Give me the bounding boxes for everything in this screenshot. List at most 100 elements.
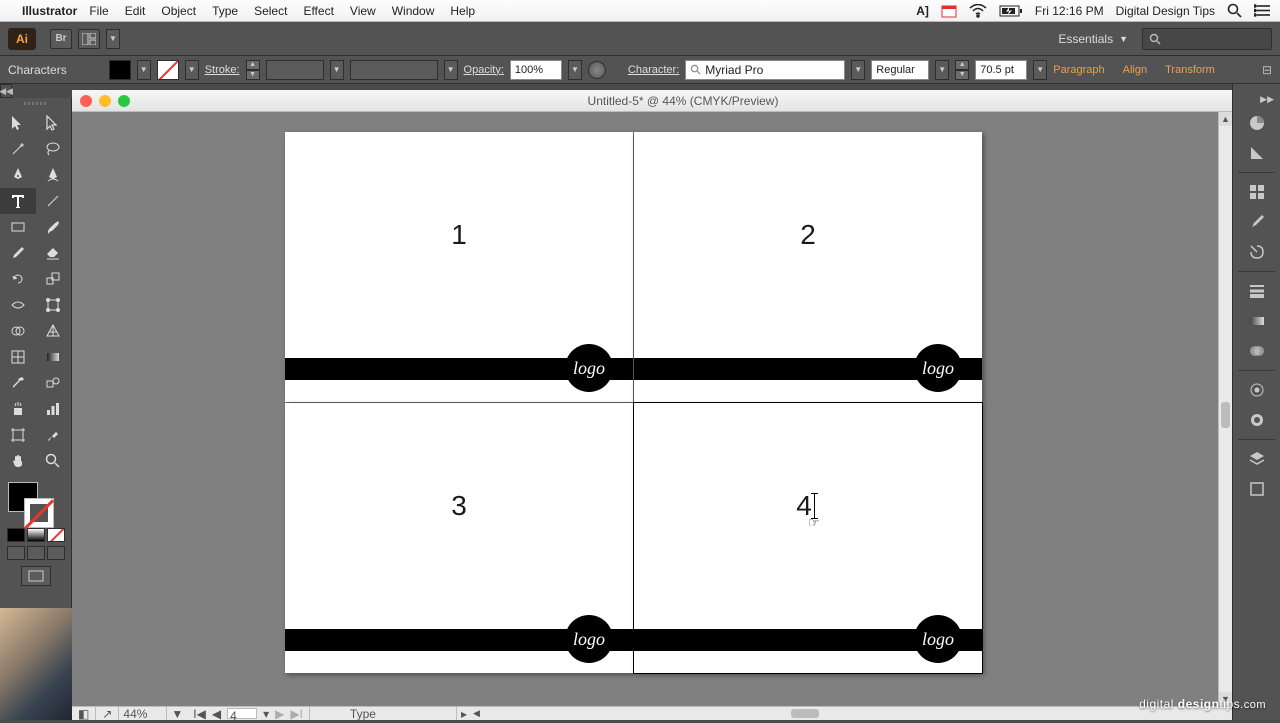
zoom-window-button[interactable] — [118, 95, 130, 107]
pencil-tool[interactable] — [0, 240, 36, 266]
hand-tool[interactable] — [0, 448, 36, 474]
wifi-icon[interactable] — [969, 4, 987, 18]
last-artboard-button[interactable]: ▶I — [288, 707, 305, 721]
fill-stroke-control[interactable] — [6, 480, 66, 526]
scale-tool[interactable] — [36, 266, 72, 292]
panel-menu-icon[interactable]: ⊟ — [1262, 63, 1272, 77]
menu-window[interactable]: Window — [392, 4, 435, 18]
eraser-tool[interactable] — [36, 240, 72, 266]
opacity-label[interactable]: Opacity: — [464, 64, 504, 76]
status-mode[interactable]: Type — [310, 707, 457, 720]
magic-wand-tool[interactable] — [0, 136, 36, 162]
artboard-4[interactable]: 4 ☞ logo — [634, 403, 982, 673]
horizontal-scrollbar[interactable]: ◀ — [471, 707, 1232, 720]
close-window-button[interactable] — [80, 95, 92, 107]
hscroll-thumb[interactable] — [791, 709, 819, 718]
draw-inside-button[interactable] — [47, 546, 65, 560]
fill-dropdown[interactable]: ▼ — [137, 60, 151, 80]
align-link[interactable]: Align — [1123, 64, 1147, 76]
draw-behind-button[interactable] — [27, 546, 45, 560]
zoom-tool[interactable] — [36, 448, 72, 474]
zoom-level[interactable]: 44% — [119, 707, 167, 720]
menu-file[interactable]: File — [89, 4, 108, 18]
stroke-weight-dropdown[interactable]: ▼ — [330, 60, 344, 80]
direct-selection-tool[interactable] — [36, 110, 72, 136]
menu-help[interactable]: Help — [450, 4, 475, 18]
expand-panels-icon[interactable]: ▶▶ — [1233, 90, 1280, 108]
color-mode-button[interactable] — [7, 528, 25, 542]
workspace-switcher[interactable]: Essentials▼ — [1058, 32, 1128, 46]
slice-tool[interactable] — [36, 422, 72, 448]
font-style-field[interactable]: Regular — [871, 60, 929, 80]
curvature-tool[interactable] — [36, 162, 72, 188]
artboard-2[interactable]: 2logo — [634, 132, 982, 402]
none-mode-button[interactable] — [47, 528, 65, 542]
font-size-field[interactable]: 70.5 pt — [975, 60, 1027, 80]
font-size-stepper[interactable]: ▲▼ — [955, 60, 969, 80]
spotlight-icon[interactable] — [1227, 3, 1242, 18]
normal-draw-button[interactable] — [7, 546, 25, 560]
shape-builder-tool[interactable] — [0, 318, 36, 344]
font-family-field[interactable]: Myriad Pro — [685, 60, 845, 80]
stroke-swatch[interactable] — [157, 60, 179, 80]
menu-type[interactable]: Type — [212, 4, 238, 18]
fill-swatch[interactable] — [109, 60, 131, 80]
layers-panel-icon[interactable] — [1240, 444, 1274, 474]
clock[interactable]: Fri 12:16 PM — [1035, 4, 1104, 18]
menu-select[interactable]: Select — [254, 4, 287, 18]
opacity-field[interactable]: 100% — [510, 60, 562, 80]
eyedropper-tool[interactable] — [0, 370, 36, 396]
panel-grip-icon[interactable] — [0, 102, 71, 110]
battery-icon[interactable] — [999, 5, 1023, 17]
mesh-tool[interactable] — [0, 344, 36, 370]
font-size-dropdown[interactable]: ▼ — [1033, 60, 1047, 80]
status-icon-1[interactable]: ◧ — [72, 707, 96, 720]
artboard-number-field[interactable]: 4 — [227, 708, 257, 719]
arrange-docs-button[interactable] — [78, 29, 100, 49]
stroke-label[interactable]: Stroke: — [205, 64, 240, 76]
scroll-up-icon[interactable]: ▲ — [1219, 112, 1232, 126]
vertical-scrollbar[interactable]: ▲▼ — [1218, 112, 1232, 706]
transform-link[interactable]: Transform — [1165, 64, 1215, 76]
scroll-thumb[interactable] — [1221, 402, 1230, 428]
artboard-tool[interactable] — [0, 422, 36, 448]
adobe-icon[interactable]: A] — [916, 4, 929, 18]
selection-tool[interactable] — [0, 110, 36, 136]
pen-tool[interactable] — [0, 162, 36, 188]
stroke-dropdown[interactable]: ▼ — [185, 60, 199, 80]
line-tool[interactable] — [36, 188, 72, 214]
transparency-panel-icon[interactable] — [1240, 336, 1274, 366]
free-transform-tool[interactable] — [36, 292, 72, 318]
stroke-color[interactable] — [24, 498, 54, 528]
brushes-panel-icon[interactable] — [1240, 207, 1274, 237]
artboard-dropdown-icon[interactable]: ▾ — [261, 707, 271, 721]
font-family-dropdown[interactable]: ▼ — [851, 60, 865, 80]
rotate-tool[interactable] — [0, 266, 36, 292]
arrange-docs-dropdown[interactable]: ▼ — [106, 29, 120, 49]
menu-list-icon[interactable] — [1254, 4, 1270, 17]
type-tool[interactable] — [0, 188, 36, 214]
gradient-panel-icon[interactable] — [1240, 306, 1274, 336]
font-style-dropdown[interactable]: ▼ — [935, 60, 949, 80]
stroke-profile-dropdown[interactable]: ▼ — [444, 60, 458, 80]
scroll-left-icon[interactable]: ◀ — [473, 708, 480, 719]
rectangle-tool[interactable] — [0, 214, 36, 240]
first-artboard-button[interactable]: I◀ — [191, 707, 208, 721]
collapse-arrow-icon[interactable]: ◀◀ — [0, 84, 12, 98]
lasso-tool[interactable] — [36, 136, 72, 162]
prev-artboard-button[interactable]: ◀ — [210, 707, 223, 721]
artboard-1[interactable]: 1logo — [285, 132, 633, 402]
paragraph-link[interactable]: Paragraph — [1053, 64, 1104, 76]
menu-object[interactable]: Object — [161, 4, 196, 18]
screen-mode-button[interactable] — [21, 566, 51, 586]
next-artboard-button[interactable]: ▶ — [273, 707, 286, 721]
calendar-icon[interactable] — [941, 4, 957, 18]
symbol-sprayer-tool[interactable] — [0, 396, 36, 422]
artboards-panel-icon[interactable] — [1240, 474, 1274, 504]
zoom-dropdown-icon[interactable]: ▼ — [167, 707, 187, 721]
stroke-weight-stepper[interactable]: ▲▼ — [246, 60, 260, 80]
app-name[interactable]: Illustrator — [22, 4, 77, 18]
recolor-button[interactable] — [588, 61, 606, 79]
window-titlebar[interactable]: Untitled-5* @ 44% (CMYK/Preview) — [72, 90, 1232, 112]
graphic-styles-panel-icon[interactable] — [1240, 405, 1274, 435]
